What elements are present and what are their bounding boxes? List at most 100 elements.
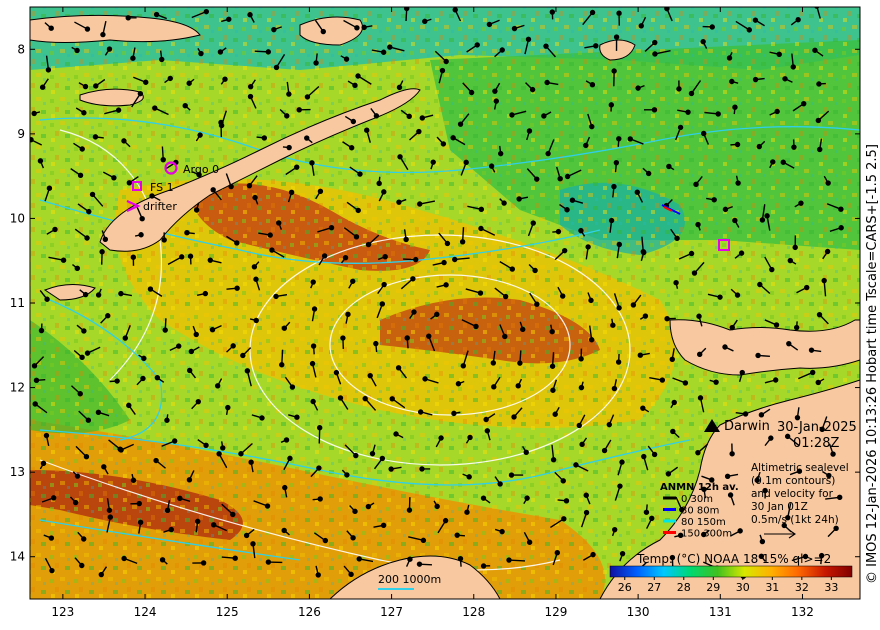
velocity-vector-head [271, 26, 277, 33]
velocity-vector-head [776, 51, 782, 58]
velocity-vector-head [304, 94, 311, 100]
velocity-vector-head [780, 159, 786, 165]
y-axis-tick-label: 13 [10, 465, 25, 479]
velocity-vector-head [578, 384, 585, 391]
velocity-vector-head [311, 306, 318, 312]
velocity-vector-head [452, 256, 458, 263]
velocity-vector-head [616, 305, 622, 311]
velocity-vector-head [179, 254, 185, 260]
velocity-vector-head [247, 93, 254, 100]
velocity-vector-head [282, 484, 288, 491]
velocity-vector-head [149, 193, 155, 199]
velocity-vector-head [168, 526, 175, 533]
velocity-vector-head [420, 537, 427, 544]
velocity-vector-head [279, 362, 285, 368]
velocity-vector-head [439, 67, 446, 74]
velocity-vector-head [738, 250, 745, 256]
velocity-vector-head [106, 507, 113, 513]
velocity-vector-head [253, 276, 259, 282]
colorbar-tick-label: 28 [677, 581, 691, 594]
velocity-vector-head [460, 363, 467, 369]
velocity-vector-head [688, 250, 695, 257]
velocity-vector-head [50, 495, 57, 501]
velocity-vector-head [200, 560, 207, 566]
velocity-vector-head [411, 309, 417, 315]
velocity-vector-head [228, 183, 234, 190]
x-axis-tick-label: 123 [51, 605, 74, 619]
velocity-vector-head [342, 254, 349, 261]
velocity-vector-head [350, 118, 357, 125]
velocity-vector-head [159, 557, 166, 563]
velocity-vector-head [247, 12, 253, 18]
velocity-vector-head [493, 98, 500, 104]
velocity-vector-head [697, 395, 704, 401]
velocity-vector-head [343, 56, 350, 62]
velocity-vector-head [509, 112, 515, 118]
velocity-vector-head [616, 241, 623, 248]
velocity-vector-head [43, 432, 50, 439]
velocity-vector-head [833, 525, 839, 532]
velocity-vector-head [491, 384, 497, 390]
velocity-vector-head [508, 472, 515, 478]
velocity-vector-head [387, 44, 393, 50]
velocity-vector-head [543, 43, 549, 49]
velocity-vector-head [735, 180, 741, 186]
velocity-vector-head [248, 459, 254, 465]
velocity-vector-head [816, 311, 823, 318]
velocity-vector-head [355, 207, 361, 214]
velocity-vector-head [665, 471, 672, 477]
velocity-vector-head [524, 495, 530, 501]
velocity-vector-head [616, 10, 622, 16]
velocity-vector-head [526, 128, 533, 134]
velocity-vector-head [89, 191, 96, 198]
y-axis-tick-label: 8 [17, 42, 25, 56]
velocity-vector-head [673, 280, 679, 286]
velocity-vector-head [526, 539, 533, 545]
velocity-vector-head [693, 181, 699, 188]
velocity-vector-head [40, 460, 47, 467]
time-label: 01:28Z [793, 436, 839, 451]
velocity-vector-head [795, 16, 801, 23]
velocity-vector-head [759, 217, 766, 223]
velocity-vector-head [769, 266, 775, 273]
y-axis-tick-label: 10 [10, 211, 25, 225]
velocity-vector-head [808, 347, 815, 353]
velocity-vector-head [82, 83, 89, 90]
velocity-vector-head [322, 537, 329, 544]
velocity-vector-head [164, 417, 170, 423]
velocity-vector-head [376, 180, 382, 187]
velocity-vector-head [443, 58, 449, 65]
velocity-vector-head [502, 333, 508, 340]
velocity-vector-head [33, 377, 40, 384]
velocity-vector-head [140, 375, 146, 382]
velocity-vector-head [561, 516, 567, 522]
velocity-vector-head [48, 535, 55, 541]
side-caption: © IMOS 12-Jan-2026 10:13:26 Hobart time … [865, 144, 880, 584]
velocity-vector-head [162, 327, 168, 333]
velocity-vector-head [498, 150, 504, 157]
velocity-vector-head [353, 452, 359, 459]
depth-contour-legend: 200 1000m [378, 573, 441, 586]
colorbar-tick-label: 33 [824, 581, 838, 594]
velocity-vector-head [230, 343, 236, 349]
velocity-vector-head [289, 384, 296, 390]
colorbar-tick-label: 26 [618, 581, 632, 594]
velocity-vector-head [640, 405, 646, 411]
velocity-vector-head [430, 159, 436, 165]
velocity-vector-head [211, 522, 217, 528]
velocity-vector-head [137, 90, 144, 97]
darwin-label: Darwin [724, 419, 770, 434]
velocity-vector-head [364, 127, 370, 133]
velocity-vector-head [612, 526, 618, 533]
velocity-vector-head [356, 556, 362, 562]
velocity-vector-head [589, 82, 596, 88]
anmn-legend-label: 30 80m [681, 506, 719, 517]
velocity-vector-head [578, 227, 584, 234]
argo-float-label: Argo 0 [183, 163, 219, 176]
velocity-vector-head [711, 197, 717, 203]
velocity-vector-head [573, 462, 579, 468]
velocity-vector-head [791, 144, 797, 150]
velocity-vector-head [48, 25, 54, 31]
velocity-vector-head [473, 323, 479, 330]
velocity-vector-head [695, 449, 701, 456]
